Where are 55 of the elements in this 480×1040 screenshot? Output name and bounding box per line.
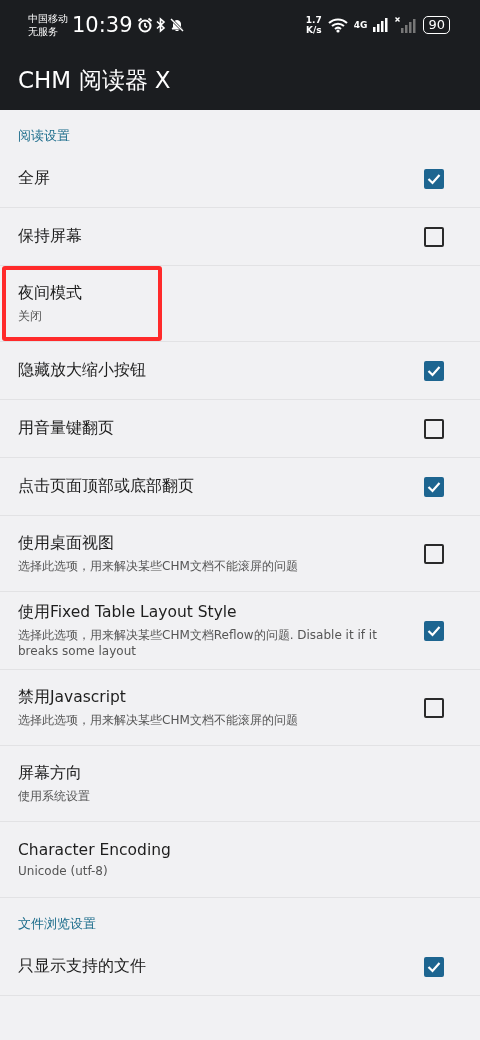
checkbox[interactable] — [424, 360, 444, 381]
checkbox[interactable] — [424, 697, 444, 718]
speed-unit: K/s — [306, 25, 322, 35]
setting-item[interactable]: 隐藏放大缩小按钮 — [0, 342, 480, 400]
service-status: 无服务 — [28, 25, 59, 38]
setting-item[interactable]: 全屏 — [0, 150, 480, 208]
setting-title: Character Encoding — [18, 840, 172, 859]
setting-item[interactable]: 用音量键翻页 — [0, 400, 480, 458]
carrier-name: 中国移动 — [28, 12, 68, 25]
setting-summary: 选择此选项，用来解决某些CHM文档Reflow的问题. Disable it if it breaks some layout — [18, 627, 378, 659]
setting-item[interactable]: 使用桌面视图 选择此选项，用来解决某些CHM文档不能滚屏的问题 — [0, 516, 480, 592]
checkbox[interactable] — [424, 418, 444, 439]
battery-level: 90 — [423, 16, 450, 34]
setting-summary: Unicode (utf-8) — [18, 862, 109, 879]
setting-summary: 使用系统设置 — [18, 788, 91, 804]
network-type: 4G — [353, 20, 368, 30]
signal-icon — [373, 18, 390, 32]
setting-item[interactable]: 使用Fixed Table Layout Style 选择此选项，用来解决某些CHM文档Reflow的问题. Disable it if it breaks some layout — [0, 592, 480, 670]
setting-summary: 选择此选项，用来解决某些CHM文档不能滚屏的问题 — [18, 712, 299, 728]
setting-title: 屏幕方向 — [18, 763, 83, 784]
setting-summary: 关闭 — [18, 308, 43, 324]
setting-item[interactable]: 屏幕方向 使用系统设置 — [0, 746, 480, 822]
clock: 10:39 — [72, 13, 133, 37]
setting-item[interactable]: 点击页面顶部或底部翻页 — [0, 458, 480, 516]
checkbox[interactable] — [424, 168, 444, 189]
muted-bell-icon — [168, 17, 185, 33]
setting-title: 保持屏幕 — [18, 226, 83, 247]
checkbox[interactable] — [424, 543, 444, 564]
section-header: 文件浏览设置 — [17, 915, 97, 933]
setting-title: 使用Fixed Table Layout Style — [18, 602, 238, 623]
setting-title: 禁用Javascript — [18, 687, 127, 708]
no-signal-icon — [395, 17, 418, 33]
setting-item[interactable]: 保持屏幕 — [0, 208, 480, 266]
setting-title: 全屏 — [18, 168, 51, 189]
checkbox[interactable] — [424, 476, 444, 497]
setting-item[interactable]: Character Encoding Unicode (utf-8) — [0, 822, 480, 898]
setting-title: 只显示支持的文件 — [18, 956, 147, 977]
checkbox[interactable] — [424, 956, 444, 977]
app-title: CHM 阅读器 X — [18, 65, 171, 95]
checkbox[interactable] — [424, 226, 444, 247]
setting-item[interactable]: 夜间模式 关闭 — [0, 266, 480, 342]
bluetooth-icon — [155, 17, 166, 33]
setting-title: 夜间模式 — [18, 283, 83, 304]
network-speed: 1.7 — [305, 15, 322, 25]
setting-title: 使用桌面视图 — [18, 533, 115, 554]
setting-item[interactable]: 只显示支持的文件 — [0, 938, 480, 996]
setting-title: 隐藏放大缩小按钮 — [18, 360, 147, 381]
section-header: 阅读设置 — [17, 127, 71, 145]
setting-title: 点击页面顶部或底部翻页 — [18, 476, 195, 497]
setting-item[interactable]: 禁用Javascript 选择此选项，用来解决某些CHM文档不能滚屏的问题 — [0, 670, 480, 746]
setting-summary: 选择此选项，用来解决某些CHM文档不能滚屏的问题 — [18, 558, 299, 574]
setting-title: 用音量键翻页 — [18, 418, 115, 439]
wifi-icon — [327, 17, 348, 33]
checkbox[interactable] — [424, 620, 444, 641]
alarm-icon — [136, 17, 153, 33]
